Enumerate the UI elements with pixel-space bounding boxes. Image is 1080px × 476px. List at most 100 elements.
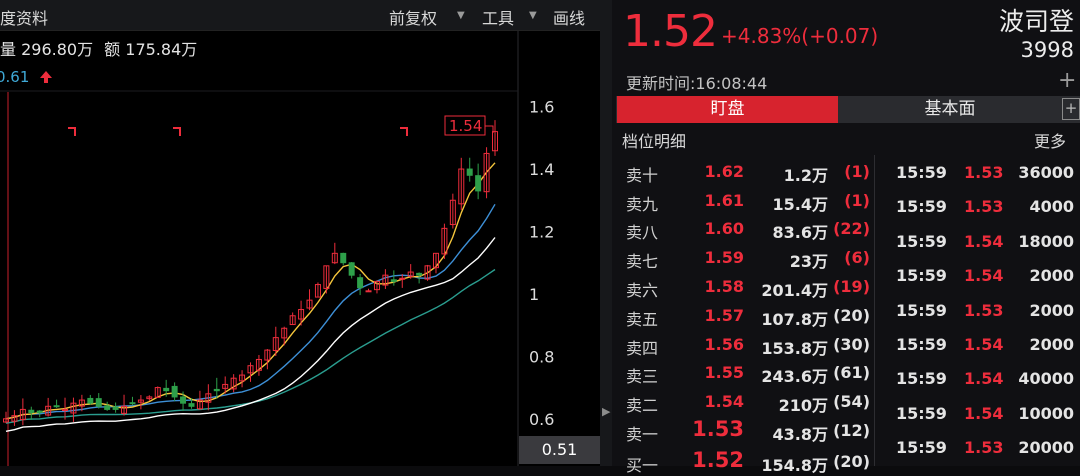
orderbook-row[interactable]: 卖五 1.57 107.8万 (20) (616, 301, 872, 329)
trade-volume: 18000 (1018, 231, 1074, 251)
price-change: +4.83%(+0.07) (721, 24, 879, 48)
trade-row[interactable]: 15:59 1.53 2000 (876, 294, 1080, 328)
orderbook-count: (19) (833, 277, 870, 296)
pane-divider[interactable] (600, 0, 612, 466)
orderbook-row[interactable]: 卖四 1.56 153.8万 (30) (616, 330, 872, 358)
add-watchlist-icon[interactable]: + (1058, 68, 1076, 93)
trade-row[interactable]: 15:59 1.54 18000 (876, 225, 1080, 259)
candle-body (95, 398, 102, 407)
orderbook-volume: 154.8万 (761, 456, 828, 475)
orderbook-count: (20) (833, 452, 870, 471)
trade-price: 1.54 (964, 231, 1004, 251)
trade-time: 15:59 (896, 266, 947, 286)
orderbook-price: 1.57 (704, 306, 744, 325)
orderbook-level: 卖六 (626, 281, 659, 300)
orderbook-level: 卖四 (626, 339, 659, 358)
candle-body (53, 405, 60, 408)
trade-time: 15:59 (896, 163, 947, 182)
trade-price: 1.54 (964, 335, 1004, 354)
y-tick-label: 1.2 (529, 222, 554, 241)
orderbook-count: (1) (844, 162, 870, 181)
orderbook-count: (1) (844, 191, 870, 210)
trade-row[interactable]: 15:59 1.54 10000 (876, 397, 1080, 431)
tools-caret-icon[interactable]: ▼ (529, 10, 537, 21)
candle-body (180, 396, 187, 404)
volume-amount-stats: 量 296.80万 额 175.84万 (0, 36, 197, 60)
adjust-dropdown[interactable]: 前复权 (389, 5, 437, 29)
orderbook-row[interactable]: 卖七 1.59 23万 (6) (616, 243, 872, 271)
trade-price: 1.54 (964, 403, 1004, 423)
orderbook-level: 买一 (626, 456, 659, 475)
orderbook-volume: 83.6万 (772, 223, 828, 242)
trade-volume: 2000 (1029, 300, 1074, 320)
orderbook-volume: 243.6万 (761, 367, 828, 386)
data-title[interactable]: 度资料 (0, 5, 48, 29)
up-arrow-icon (40, 71, 52, 83)
current-price-tag: 0.51 (519, 436, 600, 464)
orderbook-level: 卖五 (626, 310, 659, 329)
trade-price: 1.53 (964, 197, 1004, 217)
orderbook-level: 卖三 (626, 367, 659, 386)
orderbook-price: 1.62 (704, 162, 744, 181)
orderbook-row[interactable]: 卖八 1.60 83.6万 (22) (616, 214, 872, 242)
collapse-arrow-icon[interactable]: ▶ (602, 405, 610, 418)
trade-volume: 40000 (1018, 369, 1074, 389)
trade-row[interactable]: 15:59 1.53 20000 (876, 431, 1080, 465)
orderbook-title: 档位明细 (622, 132, 687, 151)
trade-time: 15:59 (896, 335, 947, 354)
orderbook-price: 1.60 (704, 219, 744, 238)
y-tick-label: 0.8 (529, 347, 554, 366)
orderbook-level: 卖八 (626, 223, 659, 242)
tab-watch[interactable]: 盯盘 (617, 96, 838, 123)
adjust-caret-icon[interactable]: ▼ (457, 10, 465, 21)
trade-price: 1.54 (964, 266, 1004, 286)
stock-code: 3998 (1020, 38, 1074, 62)
chart-toolbar: 度资料 前复权 ▼ 工具 ▼ 画线 (0, 0, 600, 31)
orderbook-row[interactable]: 卖一 1.53 43.8万 (12) (616, 416, 872, 444)
orderbook-row[interactable]: 卖十 1.62 1.2万 (1) (616, 157, 872, 185)
candle-body (28, 409, 35, 414)
trade-row[interactable]: 15:59 1.54 40000 (876, 362, 1080, 396)
orderbook-row[interactable]: 卖六 1.58 201.4万 (19) (616, 272, 872, 300)
orderbook-price: 1.56 (704, 335, 744, 354)
trade-row[interactable]: 15:59 1.53 4000 (876, 190, 1080, 224)
orderbook-price: 1.55 (704, 363, 744, 382)
orderbook-count: (61) (833, 363, 870, 382)
candle-body (104, 405, 111, 410)
candle-body (213, 388, 220, 392)
ma-value: 0.61 (0, 68, 30, 86)
orderbook-row[interactable]: 卖九 1.61 15.4万 (1) (616, 186, 872, 214)
last-price: 1.52 (623, 6, 718, 57)
candle-body (416, 272, 423, 276)
trade-time: 15:59 (896, 438, 947, 458)
orderbook-price: 1.54 (704, 392, 744, 411)
candlestick-chart[interactable]: 1.54 1.6 1.4 1.2 1 0.8 0.6 (0, 0, 600, 466)
ma-indicator: 0.61 (0, 68, 29, 86)
orderbook-row[interactable]: 卖二 1.54 210万 (54) (616, 387, 872, 415)
orderbook-price: 1.58 (704, 277, 744, 296)
volume-stat: 量 296.80万 (0, 40, 94, 59)
more-link[interactable]: 更多 (1034, 128, 1066, 152)
orderbook-volume: 23万 (789, 252, 828, 271)
draw-line-button[interactable]: 画线 (553, 5, 585, 29)
orderbook-level: 卖七 (626, 252, 659, 271)
trade-volume: 36000 (1018, 163, 1074, 182)
trade-price: 1.54 (964, 369, 1004, 389)
add-tab-icon[interactable]: + (1062, 98, 1080, 120)
trade-row[interactable]: 15:59 1.54 2000 (876, 328, 1080, 362)
y-tick-label: 1 (529, 285, 539, 304)
trade-volume: 2000 (1029, 335, 1074, 354)
trade-volume: 4000 (1029, 197, 1074, 217)
update-time: 更新时间:16:08:44 (626, 74, 768, 93)
trade-row[interactable]: 15:59 1.53 36000 (876, 156, 1080, 190)
tab-fundamentals[interactable]: 基本面 (840, 96, 1060, 123)
orderbook-level: 卖九 (626, 195, 659, 214)
trade-row[interactable]: 15:59 1.54 2000 (876, 259, 1080, 293)
orderbook-count: (22) (833, 219, 870, 238)
orderbook-row[interactable]: 买一 1.52 154.8万 (20) (616, 447, 872, 475)
orderbook-volume: 201.4万 (761, 281, 828, 300)
trade-volume: 20000 (1018, 438, 1074, 458)
orderbook-row[interactable]: 卖三 1.55 243.6万 (61) (616, 358, 872, 386)
orderbook-price: 1.52 (692, 448, 744, 472)
tools-dropdown[interactable]: 工具 (482, 5, 514, 29)
